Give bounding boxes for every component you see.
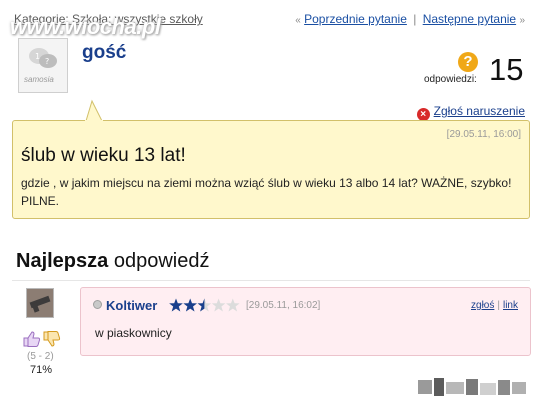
next-question-link[interactable]: Następne pytanie bbox=[423, 12, 516, 26]
answer-permalink[interactable]: link bbox=[503, 300, 518, 311]
question-title: ślub w wieku 13 lat! bbox=[21, 145, 186, 166]
section-divider bbox=[12, 280, 530, 281]
svg-text:?: ? bbox=[45, 57, 49, 66]
rating-star-icon bbox=[183, 298, 197, 312]
rating-star-icon bbox=[169, 298, 183, 312]
svg-text:1: 1 bbox=[35, 52, 40, 61]
best-answer-heading-bold: Najlepsza bbox=[16, 250, 109, 272]
asker-name[interactable]: gość bbox=[82, 42, 126, 64]
answerer-avatar[interactable] bbox=[26, 288, 54, 318]
answers-label: odpowiedzi: bbox=[424, 74, 477, 85]
answer-text: w piaskownicy bbox=[95, 326, 172, 340]
prev-arrow-icon: « bbox=[295, 15, 301, 26]
rating-stars bbox=[169, 298, 240, 312]
question-body: gdzie , w jakim miejscu na ziemi można w… bbox=[21, 176, 512, 208]
asker-avatar: 1 ? samosia bbox=[18, 38, 68, 93]
vote-thumbs bbox=[23, 331, 61, 347]
report-violation-label[interactable]: Zgłoś naruszenie bbox=[434, 104, 525, 118]
answer-author[interactable]: Koltiwer bbox=[93, 298, 157, 313]
answer-author-name[interactable]: Koltiwer bbox=[106, 298, 157, 313]
question-date: [29.05.11, 16:00] bbox=[446, 129, 521, 140]
next-arrow-icon: » bbox=[519, 15, 525, 26]
rating-star-icon bbox=[226, 298, 240, 312]
best-answer-box: Koltiwer [29.05.11, 16:02] zgłoś | link w … bbox=[80, 287, 531, 356]
answer-links: zgłoś | link bbox=[471, 300, 518, 311]
prev-question-link[interactable]: Poprzednie pytanie bbox=[304, 12, 407, 26]
answer-date: [29.05.11, 16:02] bbox=[246, 300, 321, 311]
blurred-fragment bbox=[418, 378, 526, 396]
thumbs-up-icon[interactable] bbox=[23, 331, 41, 347]
avatar-brand: samosia bbox=[24, 75, 54, 84]
vote-percent: 71% bbox=[30, 364, 53, 376]
nav-separator: | bbox=[413, 12, 417, 26]
speech-pointer bbox=[85, 99, 103, 123]
links-separator: | bbox=[497, 300, 500, 311]
question-navigation: « Poprzednie pytanie | Następne pytanie … bbox=[295, 12, 525, 26]
rating-star-icon bbox=[211, 298, 226, 312]
user-status-icon bbox=[93, 300, 102, 309]
question-mark-icon: ? bbox=[458, 52, 478, 72]
answers-count: 15 bbox=[489, 52, 524, 87]
speech-bubbles-icon: 1 ? bbox=[29, 48, 57, 68]
vote-count: (5 - 2) bbox=[27, 351, 54, 362]
best-answer-heading-rest: odpowiedź bbox=[113, 250, 210, 272]
thumbs-down-icon[interactable] bbox=[43, 331, 61, 347]
report-answer-link[interactable]: zgłoś bbox=[471, 300, 494, 311]
report-violation-link[interactable]: × Zgłoś naruszenie bbox=[416, 104, 525, 121]
watermark: www.wiocha.pl bbox=[10, 14, 161, 39]
rating-star-icon bbox=[197, 298, 212, 312]
best-answer-heading: Najlepsza odpowiedź bbox=[16, 250, 209, 273]
question-box: [29.05.11, 16:00] ślub w wieku 13 lat! g… bbox=[12, 120, 530, 219]
